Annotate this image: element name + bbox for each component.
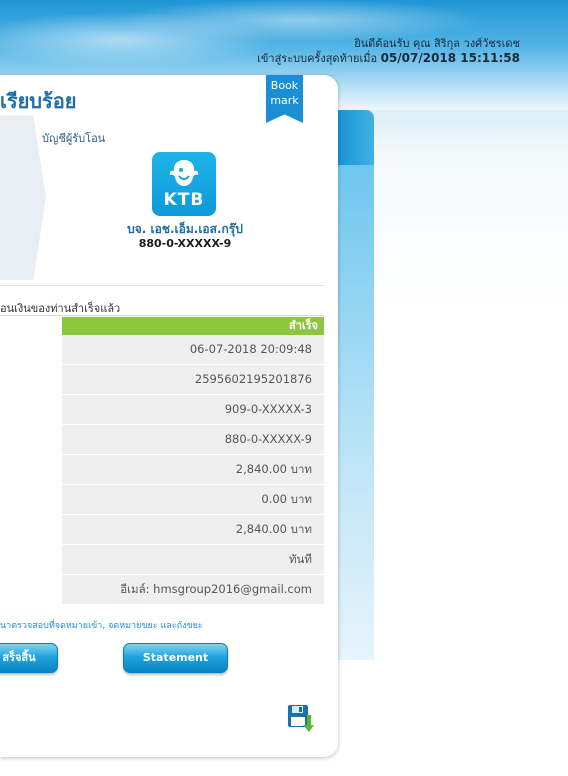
detail-row-fee: 0.00 บาท bbox=[62, 485, 324, 515]
message-underline bbox=[0, 315, 324, 316]
email-note: นาตรวจสอบที่จดหมายเข้า, จดหมายขยะ และถัง… bbox=[0, 621, 203, 631]
welcome-box: ยินดีต้อนรับ คุณ สิริกุล วงศ์วัชรเดช เข้… bbox=[257, 36, 520, 66]
transfer-arrow-icon bbox=[0, 115, 46, 280]
detail-table: สำเร็จ 06-07-2018 20:09:48 2595602195201… bbox=[62, 317, 324, 605]
transfer-graphic: บัญชีผู้รับโอน KTB บจ. เอช.เอ็ม.เอส.กรุ๊… bbox=[0, 115, 338, 283]
recipient-label: บัญชีผู้รับโอน bbox=[42, 132, 106, 145]
status-badge: สำเร็จ bbox=[62, 317, 324, 335]
last-login-label: เข้าสู่ระบบครั้งสุดท้ายเมื่อ bbox=[257, 52, 378, 65]
transfer-result-panel: เรียบร้อย Book mark บัญชีผู้รับโอน KTB บ… bbox=[0, 75, 338, 757]
statement-button[interactable]: Statement bbox=[123, 643, 228, 673]
page-title: เรียบร้อย bbox=[0, 89, 77, 113]
last-login-date: 05/07/2018 15:11:58 bbox=[380, 51, 520, 65]
ktb-logo: KTB bbox=[152, 152, 216, 216]
detail-row-to-account: 880-0-XXXXX-9 bbox=[62, 425, 324, 455]
detail-row-email: อีเมล์: hmsgroup2016@gmail.com bbox=[62, 575, 324, 605]
divider bbox=[0, 285, 324, 286]
bookmark-line1: Book bbox=[270, 79, 299, 92]
detail-row-amount: 2,840.00 บาท bbox=[62, 455, 324, 485]
save-download-icon[interactable] bbox=[286, 703, 314, 733]
detail-row-reference: 2595602195201876 bbox=[62, 365, 324, 395]
recipient-account: 880-0-XXXXX-9 bbox=[138, 237, 232, 250]
detail-row-datetime: 06-07-2018 20:09:48 bbox=[62, 335, 324, 365]
ktb-logo-text: KTB bbox=[163, 190, 205, 210]
detail-row-timing: ทันที bbox=[62, 545, 324, 575]
last-login: เข้าสู่ระบบครั้งสุดท้ายเมื่อ 05/07/2018 … bbox=[257, 51, 520, 66]
detail-row-from-account: 909-0-XXXXX-3 bbox=[62, 395, 324, 425]
ktb-bird-icon bbox=[169, 160, 199, 186]
welcome-text: ยินดีต้อนรับ คุณ สิริกุล วงศ์วัชรเดช bbox=[354, 37, 520, 50]
finish-button[interactable]: สร็จสิ้น bbox=[0, 643, 58, 673]
detail-row-total: 2,840.00 บาท bbox=[62, 515, 324, 545]
bookmark-line2: mark bbox=[270, 94, 299, 107]
